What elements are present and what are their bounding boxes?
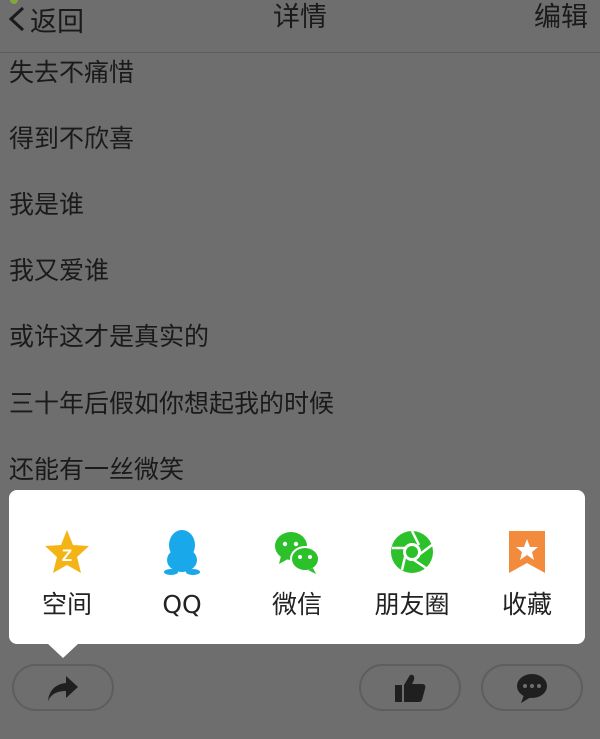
share-sheet: Z 空间 QQ 微信 朋友圈 收藏	[9, 490, 585, 644]
content-line: 我是谁	[9, 190, 85, 219]
thumbs-up-icon	[395, 674, 426, 702]
qzone-star-icon: Z	[45, 530, 89, 573]
content-line: 还能有一丝微笑	[9, 455, 185, 484]
share-wechat-button[interactable]: 微信	[239, 490, 355, 644]
share-label: QQ	[162, 590, 202, 619]
content-line: 三十年后假如你想起我的时候	[9, 389, 335, 418]
content-line: 得到不欣喜	[9, 124, 135, 153]
qq-penguin-icon	[164, 530, 200, 575]
bookmark-star-icon	[509, 531, 545, 573]
share-label: 朋友圈	[374, 590, 450, 619]
share-moments-button[interactable]: 朋友圈	[354, 490, 470, 644]
share-qq-button[interactable]: QQ	[124, 490, 240, 644]
content-line: 我又爱谁	[9, 256, 110, 285]
svg-text:Z: Z	[62, 546, 72, 565]
moments-aperture-icon	[391, 530, 433, 573]
edit-button[interactable]: 编辑	[534, 0, 588, 36]
share-label: 收藏	[501, 590, 552, 619]
top-nav-bar: 返回 详情 编辑	[0, 0, 600, 53]
share-sheet-pointer	[47, 643, 79, 658]
wechat-icon	[275, 532, 320, 574]
share-label: 空间	[41, 590, 92, 619]
page-title: 详情	[273, 2, 327, 33]
share-label: 微信	[271, 590, 322, 619]
share-arrow-icon	[48, 675, 78, 701]
content-line: 失去不痛惜	[9, 58, 135, 87]
comment-button[interactable]	[481, 664, 583, 711]
share-button[interactable]	[12, 664, 114, 711]
content-line: 或许这才是真实的	[9, 322, 210, 351]
comment-bubble-icon	[517, 673, 547, 703]
share-favorite-button[interactable]: 收藏	[469, 490, 585, 644]
share-qzone-button[interactable]: Z 空间	[9, 490, 125, 644]
like-button[interactable]	[359, 664, 461, 711]
